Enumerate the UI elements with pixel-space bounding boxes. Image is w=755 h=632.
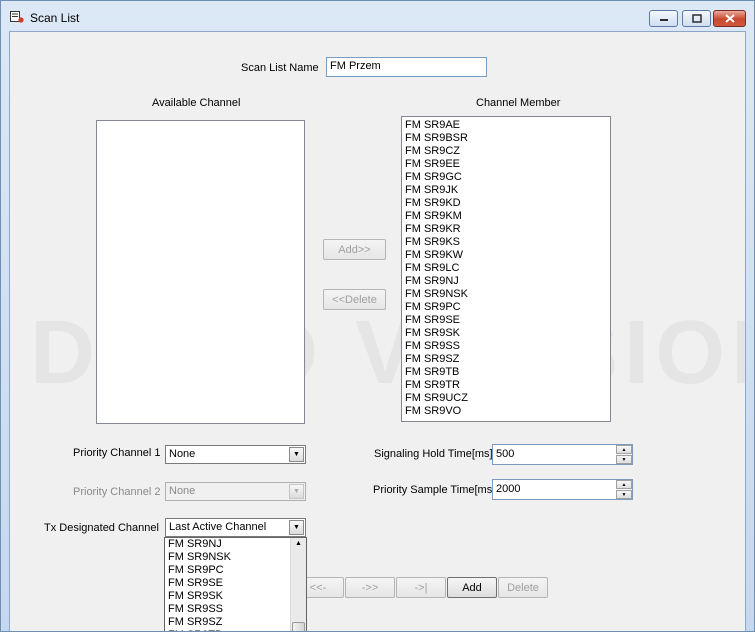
list-item[interactable]: FM SR9SK [402,327,610,340]
list-item[interactable]: FM SR9JK [402,184,610,197]
list-item[interactable]: FM SR9GC [402,171,610,184]
nav-last-button[interactable]: ->| [396,577,446,598]
list-item[interactable]: FM SR9NJ [402,275,610,288]
priority-sample-time-label: Priority Sample Time[ms] [373,484,496,496]
window-title: Scan List [30,11,80,25]
scan-list-window: Scan List DEMO VERSION Scan List Name FM… [0,0,755,632]
nav-next-button[interactable]: ->> [345,577,395,598]
list-item[interactable]: FM SR9EE [402,158,610,171]
dropdown-scrollbar[interactable]: ▲ [290,538,306,631]
list-item[interactable]: FM SR9SE [165,577,306,590]
list-item[interactable]: FM SR9SK [165,590,306,603]
close-button[interactable] [713,10,746,27]
minimize-icon [659,18,668,21]
chevron-down-icon: ▼ [289,447,304,462]
minimize-button[interactable] [649,10,678,27]
signaling-hold-time-spinner[interactable]: 500 ▲ ▼ [492,444,633,465]
add-to-members-button[interactable]: Add>> [323,239,386,260]
scan-list-name-input[interactable]: FM Przem [326,57,487,77]
list-item[interactable]: FM SR9SZ [402,353,610,366]
tx-designated-channel-value: Last Active Channel [169,521,267,533]
list-item[interactable]: FM SR9NJ [165,538,306,551]
tx-designated-channel-label: Tx Designated Channel [44,522,159,534]
app-icon [10,11,24,23]
list-item[interactable]: FM SR9UCZ [402,392,610,405]
chevron-down-icon: ▼ [289,520,304,535]
list-item[interactable]: FM SR9VO [402,405,610,418]
spin-down-icon[interactable]: ▼ [616,490,632,499]
list-item[interactable]: FM SR9SZ [165,616,306,629]
maximize-button[interactable] [682,10,711,27]
priority-channel-1-select[interactable]: None ▼ [165,445,306,464]
list-item[interactable]: FM SR9KM [402,210,610,223]
list-item[interactable]: FM SR9KD [402,197,610,210]
list-item[interactable]: FM SR9KW [402,249,610,262]
list-item[interactable]: FM SR9LC [402,262,610,275]
list-item[interactable]: FM SR9PC [165,564,306,577]
available-channel-list[interactable] [96,120,305,424]
nav-delete-button[interactable]: Delete [498,577,548,598]
list-item[interactable]: FM SR9CZ [402,145,610,158]
dropdown-items: FM SR9NJ FM SR9NSK FM SR9PC FM SR9SE FM SR9S… [165,538,306,631]
spin-up-icon[interactable]: ▲ [616,445,632,454]
list-item[interactable]: FM SR9KS [402,236,610,249]
priority-sample-time-value: 2000 [496,483,521,495]
priority-channel-2-label: Priority Channel 2 [73,486,161,498]
list-item[interactable]: FM SR9NSK [165,551,306,564]
channel-member-label: Channel Member [476,97,561,109]
priority-channel-1-value: None [169,448,196,460]
list-item[interactable]: FM SR9KR [402,223,610,236]
list-item[interactable]: FM SR9PC [402,301,610,314]
scroll-up-icon[interactable]: ▲ [291,540,306,547]
list-item[interactable]: FM SR9AE [402,119,610,132]
scan-list-name-label: Scan List Name [241,62,319,74]
list-item[interactable]: FM SR9SS [402,340,610,353]
priority-sample-time-spinner[interactable]: 2000 ▲ ▼ [492,479,633,500]
close-icon [724,14,735,23]
title-bar[interactable]: Scan List [1,1,754,31]
priority-channel-2-value: None [169,485,196,497]
tx-designated-channel-select[interactable]: Last Active Channel ▼ [165,518,306,537]
maximize-icon [691,14,702,23]
client-area: DEMO VERSION Scan List Name FM Przem Ava… [9,31,746,631]
spin-down-icon[interactable]: ▼ [616,455,632,464]
priority-channel-1-label: Priority Channel 1 [73,447,161,459]
signaling-hold-time-value: 500 [496,448,515,460]
nav-add-button[interactable]: Add [447,577,497,598]
chevron-down-icon: ▼ [289,484,304,499]
list-item[interactable]: FM SR9NSK [402,288,610,301]
signaling-hold-time-label: Signaling Hold Time[ms] [374,448,493,460]
list-item[interactable]: FM SR9BSR [402,132,610,145]
list-item[interactable]: FM SR9SE [402,314,610,327]
list-item[interactable]: FM SR9SS [165,603,306,616]
available-channel-label: Available Channel [152,97,241,109]
scrollbar-thumb[interactable] [292,622,305,631]
tx-channel-dropdown-list[interactable]: FM SR9NJ FM SR9NSK FM SR9PC FM SR9SE FM SR9S… [164,537,307,631]
list-item[interactable]: FM SR9TR [402,379,610,392]
spin-up-icon[interactable]: ▲ [616,480,632,489]
channel-member-list[interactable]: FM SR9AE FM SR9BSR FM SR9CZ FM SR9EE FM SR9G… [401,116,611,422]
priority-channel-2-select[interactable]: None ▼ [165,482,306,501]
delete-from-members-button[interactable]: <<Delete [323,289,386,310]
list-item[interactable]: FM SR9TB [402,366,610,379]
